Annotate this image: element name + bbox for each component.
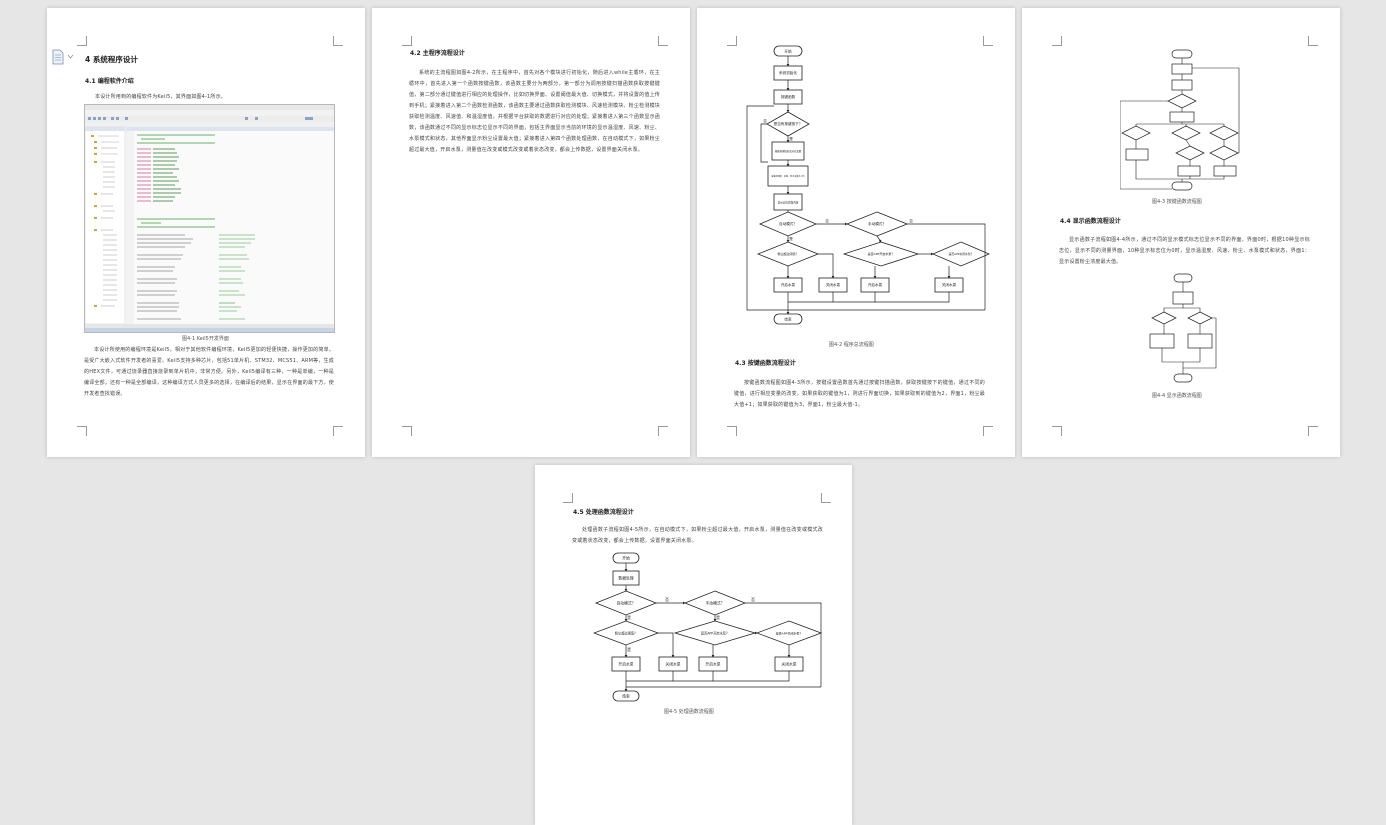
section-title-4-3: 4.3 按键函数流程设计 [735, 360, 796, 367]
document-page-3: 开始 系统初始化 按键函数 是否有按键按下？ 根据按键值修改对应变量 采集温湿度… [697, 8, 1015, 457]
figure-caption-4-2: 图4-2 程序总流程图 [829, 342, 874, 348]
section-title-4-5: 4.5 处理函数流程设计 [573, 509, 634, 516]
main-flow-paragraph: 系统的主流程图如图4-2所示，在主程序中，首先对各个模块进行初始化，随后进入wh… [409, 70, 660, 153]
flow-app-on-label: 是否APP开启水泵？ [868, 251, 895, 256]
process-function-flowchart: 开始 数据处理 自动模式？ 手动模式？ 粉尘超过阈值？ 是否APP开启水泵？ 是… [593, 552, 823, 702]
margin-mark-bottom-left [1052, 426, 1062, 436]
margin-mark-top-right [658, 36, 668, 46]
flow-no-label-2: 否 [825, 219, 829, 223]
figure-caption-4-1: 图4-1 Keil5开发界面 [182, 336, 229, 342]
p5-flow-manual-label: 手动模式？ [706, 601, 725, 606]
margin-mark-bottom-right [658, 426, 668, 436]
flow-pump-off-label: 关闭水泵 [826, 282, 841, 287]
flow-init-label: 系统初始化 [779, 70, 797, 75]
flow-key-func-label: 按键函数 [781, 94, 796, 99]
margin-mark-top-left [563, 493, 573, 503]
flow-pump-on2-label: 开启水泵 [868, 282, 883, 287]
flow-no-label: 否 [763, 119, 767, 123]
margin-mark-top-left [77, 36, 87, 46]
flow-dust-label: 粉尘超过阈值？ [777, 251, 798, 256]
p5-flow-pump-off-label: 关闭水泵 [665, 662, 680, 667]
p5-flow-yes-label-2: 是 [716, 615, 720, 620]
flow-end-label: 结束 [784, 317, 792, 322]
document-page-1: 4 系统程序设计 4.1 编程软件介绍 本设计所用到的编程软件为Keil5，其界… [47, 8, 365, 457]
figure-caption-4-3: 图4-3 按键函数流程图 [1152, 199, 1202, 205]
flow-manual-label: 手动模式？ [868, 221, 886, 226]
display-function-flowchart [1149, 273, 1217, 383]
section-title-4-2: 4.2 主程序流程设计 [410, 50, 465, 57]
margin-mark-top-left [1052, 36, 1062, 46]
p5-flow-no-label: 否 [665, 597, 669, 602]
margin-mark-top-right [821, 493, 831, 503]
margin-mark-bottom-left [402, 426, 412, 436]
p5-flow-app-on-label: 是否APP开启水泵？ [701, 631, 729, 636]
flow-pump-on-label: 开启水泵 [781, 282, 796, 287]
chapter-title: 4 系统程序设计 [85, 55, 138, 64]
document-page-4: 图4-3 按键函数流程图 4.4 显示函数流程设计 显示函数子流程如图4-4所示… [1022, 8, 1340, 457]
p5-flow-dust-label: 粉尘超过阈值？ [615, 631, 637, 636]
flow-process-label: 根据按键值修改对应变量 [775, 149, 802, 153]
flow-yes-label-2: 是 [789, 236, 793, 241]
margin-mark-top-left [402, 36, 412, 46]
p5-flow-auto-label: 自动模式？ [617, 601, 636, 606]
flow-auto-label: 自动模式？ [779, 221, 797, 226]
flow-decision-key-label: 是否有按键按下？ [774, 121, 803, 126]
figure-caption-4-4: 图4-4 显示函数流程图 [1152, 393, 1202, 399]
margin-mark-top-right [333, 36, 343, 46]
process-flow-paragraph: 处理函数子流程如图4-5所示，在自动模式下，如果粉尘超过最大值，开启水泵，测量值… [572, 527, 823, 544]
margin-mark-bottom-right [1308, 426, 1318, 436]
p5-flow-start-label: 开始 [622, 556, 630, 561]
figure-caption-4-5: 图4-5 处理函数流程图 [664, 709, 714, 715]
document-page-5: 4.5 处理函数流程设计 处理函数子流程如图4-5所示，在自动模式下，如果粉尘超… [535, 465, 852, 825]
p5-flow-end-label: 结束 [622, 694, 630, 699]
margin-mark-top-left [727, 36, 737, 46]
flow-start-label: 开始 [784, 49, 792, 54]
flow-no-label-3: 否 [909, 219, 913, 223]
p5-flow-init-label: 数据处理 [618, 576, 633, 581]
p5-flow-pump-on2-label: 开启水泵 [705, 662, 720, 667]
margin-mark-bottom-left [77, 426, 87, 436]
document-page-2: 4.2 主程序流程设计 系统的主流程图如图4-2所示，在主程序中，首先对各个模块… [372, 8, 690, 457]
main-flowchart: 开始 系统初始化 按键函数 是否有按键按下？ 根据按键值修改对应变量 采集温湿度… [746, 45, 991, 325]
margin-mark-bottom-right [333, 426, 343, 436]
section-title-4-1: 4.1 编程软件介绍 [85, 78, 134, 85]
display-flow-paragraph: 显示函数子流程如图4-4所示，通过不同的显示模式标志位显示不同的界面，界面0时，… [1059, 237, 1310, 265]
document-outline-icon[interactable] [52, 49, 74, 65]
keil5-description-paragraph: 本设计所使用的编程环境是Keil5，相对于其他软件编程环境，Keil5更加的轻便… [84, 347, 334, 397]
intro-paragraph: 本设计所用到的编程软件为Keil5，其界面如图4-1所示。 [95, 94, 227, 100]
margin-mark-bottom-left [727, 426, 737, 436]
flow-display-label: 显示对应界面内容 [778, 201, 799, 205]
margin-mark-bottom-right [983, 426, 993, 436]
keil5-screenshot-image [85, 105, 334, 332]
keil5-screenshot-figure [84, 104, 335, 333]
p5-flow-app-off-label: 是否APP关闭水泵？ [776, 631, 803, 636]
p5-flow-pump-on-label: 开启水泵 [618, 662, 633, 667]
p5-flow-yes-label-3: 是 [627, 647, 631, 652]
key-flow-paragraph: 按键函数流程图如图4-3所示，按键设置函数首先通过按键扫描函数，获取按键按下的键… [734, 380, 985, 408]
flow-app-off-label: 是否APP关闭水泵？ [949, 252, 974, 256]
margin-mark-top-right [1308, 36, 1318, 46]
key-function-flowchart [1120, 49, 1240, 191]
section-title-4-4: 4.4 显示函数流程设计 [1060, 218, 1121, 225]
flow-pump-off2-label: 关闭水泵 [942, 282, 957, 287]
p5-flow-pump-off2-label: 关闭水泵 [781, 662, 796, 667]
p5-flow-no-label-2: 否 [751, 597, 755, 602]
p5-flow-yes-label: 是 [627, 615, 631, 620]
flow-yes-label: 是 [789, 136, 793, 141]
